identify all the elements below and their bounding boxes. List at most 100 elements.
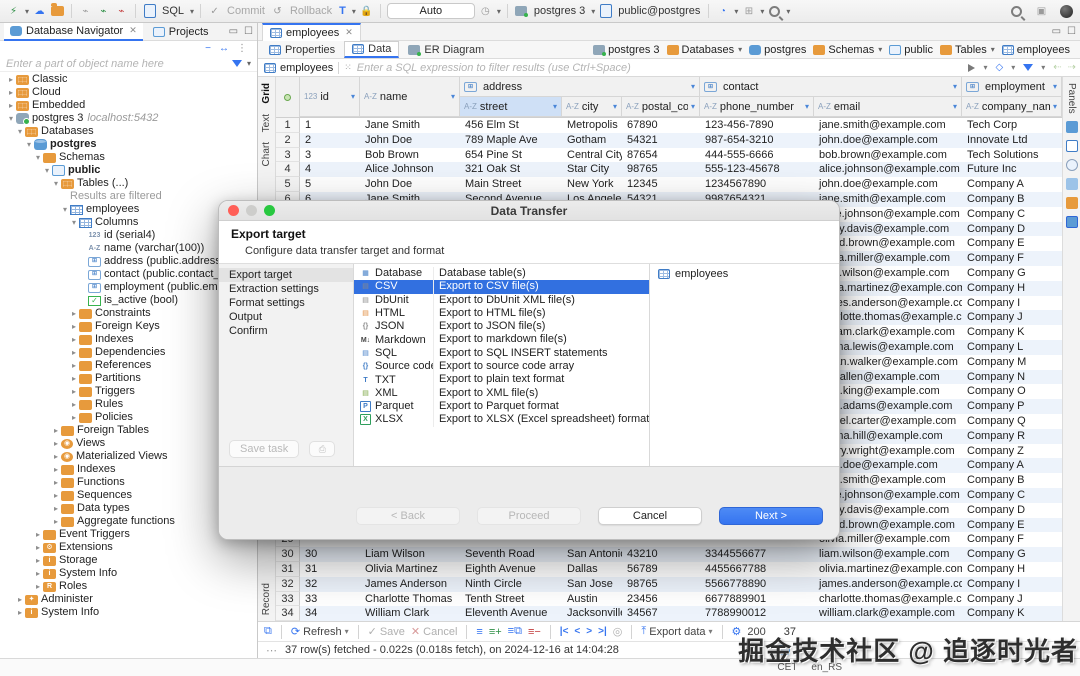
cloud-connection-icon[interactable]: ☁: [32, 4, 47, 19]
tasks-caret[interactable]: ▾: [734, 7, 738, 16]
sort-caret-icon[interactable]: ▾: [953, 102, 957, 111]
forward-navigation-icon[interactable]: ⇢: [1068, 62, 1074, 73]
last-row-icon[interactable]: >|: [598, 626, 607, 637]
wizard-step-confirm[interactable]: Confirm: [219, 324, 353, 338]
cell-company-name[interactable]: Company I: [962, 577, 1062, 592]
tree-item-administer[interactable]: ▸✦Administer: [0, 593, 257, 606]
tab-employees[interactable]: employees ✕: [262, 23, 361, 41]
tree-item-cloud[interactable]: ▸Cloud: [0, 86, 257, 99]
cell-id[interactable]: 1: [300, 118, 360, 133]
expand-arrow-icon[interactable]: ▾: [42, 164, 52, 177]
network-caret[interactable]: ▾: [760, 7, 764, 16]
cell-city[interactable]: Austin: [562, 592, 622, 607]
cell-postal-code[interactable]: 12345: [622, 177, 700, 192]
rollback-icon[interactable]: ↺: [270, 4, 285, 19]
cell-email[interactable]: alice.johnson@example.com: [814, 162, 962, 177]
cell-street[interactable]: Eighth Avenue: [460, 562, 562, 577]
cell-street[interactable]: Main Street: [460, 177, 562, 192]
breadcrumb-item-databases[interactable]: Databases▾: [667, 44, 743, 56]
tree-item-system-info[interactable]: ▸iSystem Info: [0, 567, 257, 580]
cell-email[interactable]: james.anderson@example.com: [814, 577, 962, 592]
cell-company-name[interactable]: Future Inc: [962, 162, 1062, 177]
cell-company-name[interactable]: Company G: [962, 547, 1062, 562]
filter-caret[interactable]: ▾: [247, 59, 251, 68]
filter-history-caret[interactable]: ▾: [983, 63, 987, 72]
cell-name[interactable]: Jane Smith: [360, 118, 460, 133]
rollback-button[interactable]: Rollback: [290, 5, 332, 17]
tree-item-extensions[interactable]: ▸⚙Extensions: [0, 541, 257, 554]
cell-email[interactable]: bob.brown@example.com: [814, 148, 962, 163]
cell-id[interactable]: 30: [300, 547, 360, 562]
next-row-icon[interactable]: >: [586, 626, 592, 637]
format-database[interactable]: ▦DatabaseDatabase table(s): [354, 267, 649, 280]
expand-arrow-icon[interactable]: ▸: [6, 86, 16, 99]
close-window-icon[interactable]: [228, 205, 239, 216]
calc-panel-icon[interactable]: [1066, 178, 1078, 190]
filter-settings-caret[interactable]: ▾: [1041, 63, 1045, 72]
cell-street[interactable]: Tenth Street: [460, 592, 562, 607]
new-connection-caret[interactable]: ▾: [25, 7, 29, 16]
row-number[interactable]: 1: [276, 118, 300, 133]
cell-city[interactable]: New York: [562, 177, 622, 192]
cell-email[interactable]: john.doe@example.com: [814, 133, 962, 148]
column-header-email[interactable]: A-Zemail▾: [814, 97, 962, 117]
row-number[interactable]: 31: [276, 562, 300, 577]
tree-item-public[interactable]: ▾public: [0, 164, 257, 177]
expand-arrow-icon[interactable]: ▸: [15, 593, 25, 606]
expand-arrow-icon[interactable]: ▾: [33, 151, 43, 164]
export-data-button[interactable]: ⤒Export data▾: [641, 625, 712, 638]
tab-database-navigator[interactable]: Database Navigator ✕: [4, 23, 143, 41]
active-schema-select[interactable]: public@postgres: [618, 5, 700, 17]
connection-caret[interactable]: ▾: [591, 7, 595, 16]
refresh-button[interactable]: ⟳Refresh▾: [291, 625, 349, 638]
cell-name[interactable]: Alice Johnson: [360, 162, 460, 177]
cell-phone-number[interactable]: 1234567890: [700, 177, 814, 192]
expand-arrow-icon[interactable]: ▸: [33, 528, 43, 541]
transaction-mode-icon[interactable]: T: [339, 5, 346, 17]
expand-arrow-icon[interactable]: ▸: [69, 333, 79, 346]
row-number[interactable]: 34: [276, 606, 300, 621]
perspective-icon[interactable]: ▣: [1034, 4, 1049, 19]
cell-company-name[interactable]: Company K: [962, 325, 1062, 340]
view-menu-icon[interactable]: ⋮: [237, 43, 247, 54]
print-icon[interactable]: ⎙: [309, 441, 335, 457]
cell-company-name[interactable]: Company B: [962, 192, 1062, 207]
apply-filter-icon[interactable]: [968, 64, 975, 72]
cell-company-name[interactable]: Company M: [962, 355, 1062, 370]
cell-company-name[interactable]: Company I: [962, 296, 1062, 311]
cell-phone-number[interactable]: 444-555-6666: [700, 148, 814, 163]
breadcrumb-caret[interactable]: ▾: [738, 45, 742, 54]
connect-icon[interactable]: ⌁: [78, 4, 93, 19]
cell-company-name[interactable]: Company A: [962, 177, 1062, 192]
breadcrumb-item-schemas[interactable]: Schemas▾: [813, 44, 882, 56]
sort-caret-icon[interactable]: ▾: [953, 82, 957, 91]
expand-arrow-icon[interactable]: ▾: [69, 216, 79, 229]
transaction-log-icon[interactable]: ◷: [478, 4, 493, 19]
transaction-caret[interactable]: ▾: [352, 7, 356, 16]
format-xml[interactable]: ▤XMLExport to XML file(s): [354, 387, 649, 400]
cell-street[interactable]: Eleventh Avenue: [460, 606, 562, 621]
breadcrumb-item-public[interactable]: public: [889, 44, 933, 56]
disconnect-icon[interactable]: ⌁: [114, 4, 129, 19]
cell-phone-number[interactable]: 7788990012: [700, 606, 814, 621]
expand-arrow-icon[interactable]: ▸: [33, 541, 43, 554]
open-sql-script-icon[interactable]: [51, 6, 64, 16]
expand-status-icon[interactable]: ⋯: [266, 644, 277, 657]
row-number[interactable]: 5: [276, 177, 300, 192]
cell-postal-code[interactable]: 54321: [622, 133, 700, 148]
cell-id[interactable]: 5: [300, 177, 360, 192]
format-parquet[interactable]: PParquetExport to Parquet format: [354, 400, 649, 413]
tab-properties[interactable]: Properties: [262, 41, 342, 58]
first-row-icon[interactable]: |<: [560, 626, 569, 637]
cell-phone-number[interactable]: 987-654-3210: [700, 133, 814, 148]
expand-arrow-icon[interactable]: ▸: [51, 450, 61, 463]
cell-street[interactable]: Ninth Circle: [460, 577, 562, 592]
cell-street[interactable]: 456 Elm St: [460, 118, 562, 133]
presentation-tab-record[interactable]: Record: [261, 583, 272, 615]
sort-caret-icon[interactable]: ▾: [553, 102, 557, 111]
cell-city[interactable]: Central City: [562, 148, 622, 163]
delete-row-icon[interactable]: ≡−: [528, 626, 541, 638]
cell-phone-number[interactable]: 555-123-45678: [700, 162, 814, 177]
cell-company-name[interactable]: Company B: [962, 473, 1062, 488]
tree-item-schemas[interactable]: ▾Schemas: [0, 151, 257, 164]
